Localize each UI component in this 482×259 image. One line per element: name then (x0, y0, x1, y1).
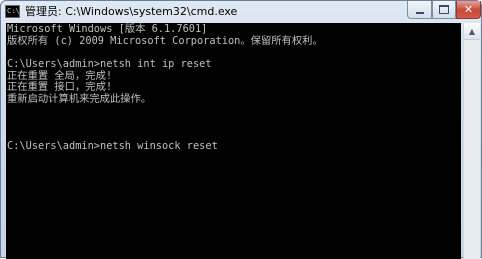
console-line: Microsoft Windows [版本 6.1.7601] (7, 23, 208, 35)
close-button[interactable]: ✕ (456, 1, 481, 19)
minimize-icon (415, 11, 424, 14)
console-line: 重新启动计算机来完成此操作。 (7, 93, 152, 106)
console-line: C:\Users\admin>netsh winsock reset (7, 139, 218, 152)
maximize-icon (439, 5, 449, 14)
close-icon: ✕ (463, 3, 474, 16)
maximize-button[interactable] (432, 1, 456, 19)
console-lines: Microsoft Windows [版本 6.1.7601] 版权所有 (c) … (6, 23, 461, 153)
console-line: 版权所有 (c) 2009 Microsoft Corporation。保留所有… (7, 34, 323, 47)
console-line: C:\Users\admin>netsh int ip reset (7, 58, 212, 71)
minimize-button[interactable] (407, 1, 432, 19)
cmd-window: C:\ 管理员: C:\Windows\system32\cmd.exe ✕ M… (0, 0, 482, 259)
cmd-icon[interactable]: C:\ (5, 5, 20, 18)
scroll-up-arrow-icon[interactable]: ▲ (464, 23, 480, 40)
console-output[interactable]: Microsoft Windows [版本 6.1.7601] 版权所有 (c) … (6, 23, 461, 259)
window-title: 管理员: C:\Windows\system32\cmd.exe (25, 5, 238, 18)
vertical-scrollbar[interactable]: ▲ (463, 23, 480, 259)
